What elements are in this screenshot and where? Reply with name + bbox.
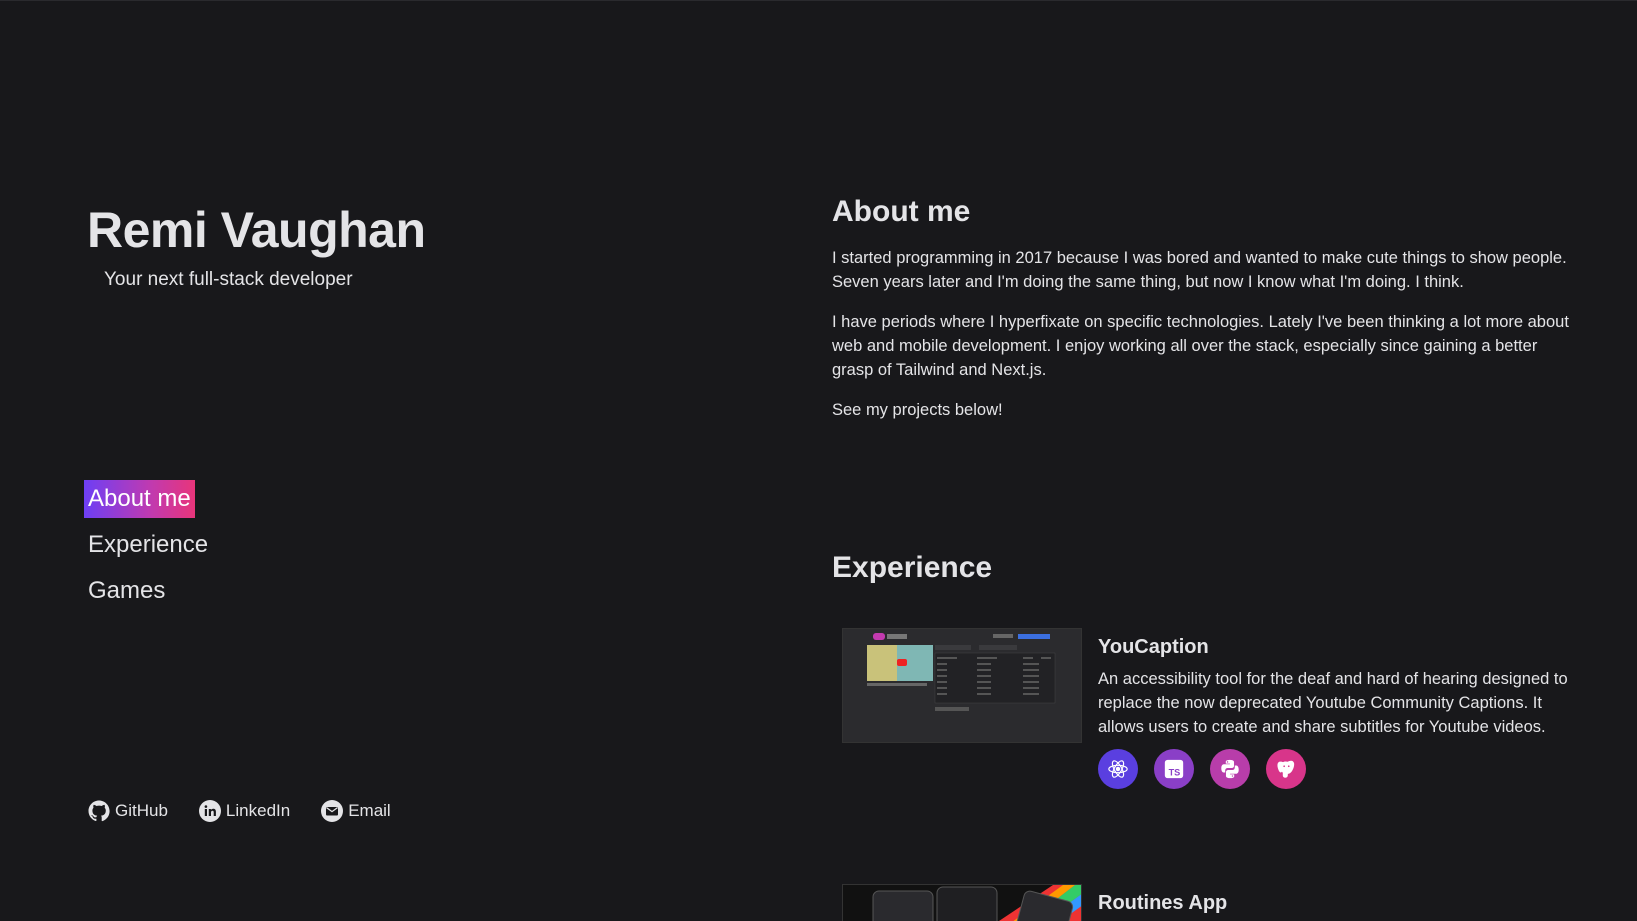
email-label: Email: [348, 801, 391, 820]
about-paragraph: I have periods where I hyperfixate on sp…: [832, 313, 1569, 379]
nav-item-about-me[interactable]: About me: [84, 480, 195, 518]
github-label: GitHub: [115, 801, 168, 820]
about-paragraph: I started programming in 2017 because I …: [832, 249, 1567, 291]
linkedin-link[interactable]: LinkedIn: [198, 799, 290, 823]
project-thumbnail: [842, 628, 1082, 743]
experience-heading: Experience: [832, 551, 993, 584]
about-content: I started programming in 2017 because I …: [832, 246, 1572, 438]
site-name: Remi Vaughan: [87, 202, 426, 258]
linkedin-label: LinkedIn: [225, 801, 291, 820]
react-icon: [1098, 749, 1138, 789]
typescript-icon: TS: [1154, 749, 1194, 789]
nav-item-games[interactable]: Games: [84, 572, 169, 610]
tech-stack: TS: [1098, 749, 1568, 789]
python-icon: [1210, 749, 1250, 789]
github-link[interactable]: GitHub: [87, 799, 168, 823]
email-icon: [321, 800, 344, 822]
site-tagline: Your next full-stack developer: [104, 269, 353, 290]
project-description: An accessibility tool for the deaf and h…: [1098, 670, 1568, 736]
project-info: YouCaption An accessibility tool for the…: [1098, 628, 1568, 789]
linkedin-icon: [198, 800, 221, 822]
portfolio-page: Remi Vaughan Your next full-stack develo…: [0, 0, 1637, 921]
nav-item-experience[interactable]: Experience: [84, 526, 212, 564]
project-info: Routines App: [1098, 884, 1568, 915]
postgresql-icon: [1266, 749, 1306, 789]
project-title: YouCaption: [1098, 636, 1209, 658]
github-icon: [88, 800, 110, 822]
project-title: Routines App: [1098, 892, 1228, 914]
about-paragraph: See my projects below!: [832, 401, 1003, 419]
section-nav: About me Experience Games: [84, 480, 212, 610]
project-thumbnail: [842, 884, 1082, 921]
about-heading: About me: [832, 195, 971, 228]
email-link[interactable]: Email: [320, 799, 391, 823]
social-links: GitHub LinkedIn Email: [87, 799, 391, 823]
svg-text:TS: TS: [1169, 767, 1181, 777]
